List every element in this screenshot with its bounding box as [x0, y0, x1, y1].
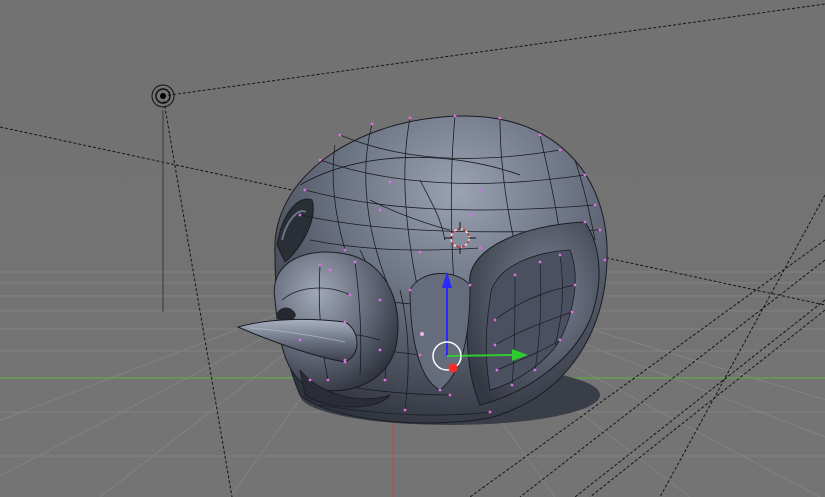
mesh-head[interactable] [236, 114, 608, 425]
lamp-icon[interactable] [151, 84, 175, 108]
viewport-canvas[interactable] [0, 0, 825, 497]
gizmo-y-handle[interactable] [448, 363, 458, 373]
3d-viewport[interactable] [0, 0, 825, 497]
gizmo-x-axis[interactable] [446, 354, 514, 357]
